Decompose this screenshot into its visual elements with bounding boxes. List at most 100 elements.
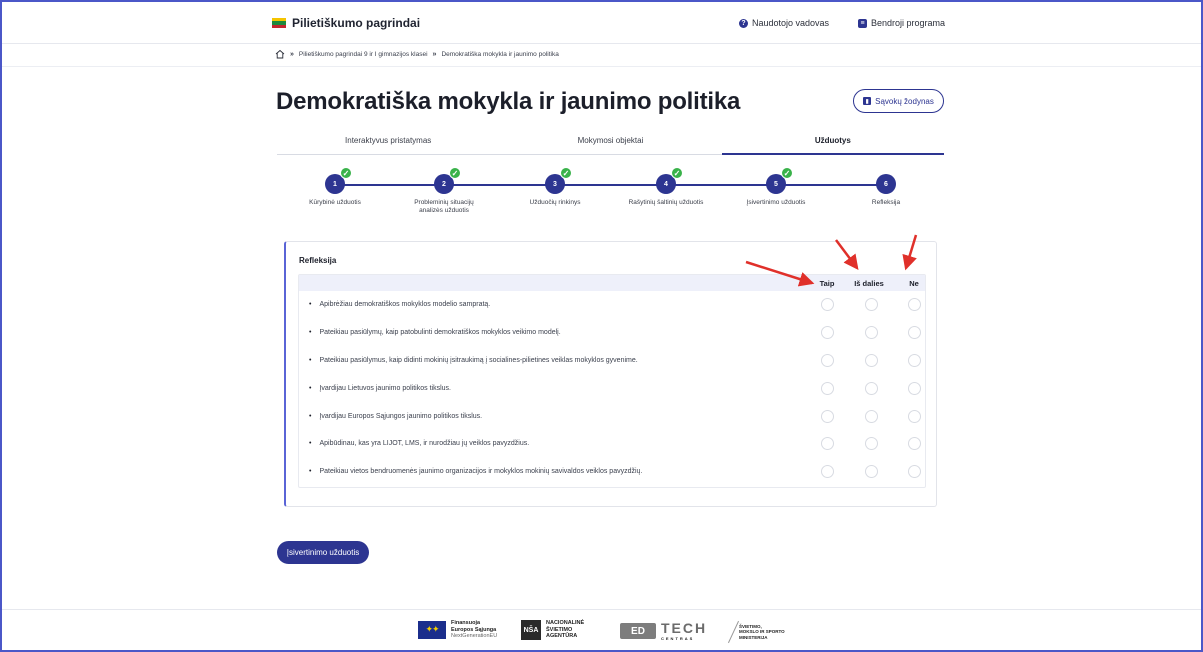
radio-no[interactable] xyxy=(908,353,921,367)
step-number: 5 ✓ xyxy=(766,167,793,194)
tab-interactive-presentation[interactable]: Interaktyvus pristatymas xyxy=(277,130,499,154)
column-partly: Iš dalies xyxy=(854,279,884,288)
radio-partly[interactable] xyxy=(865,298,878,311)
statement-text: Apibrėžiau demokratiškos mokyklos modeli… xyxy=(309,301,490,308)
radio-partly[interactable] xyxy=(865,437,878,451)
tab-tasks[interactable]: Užduotys xyxy=(721,130,945,155)
reflection-card: Refleksija Taip Iš dalies Ne Apibrėžiau … xyxy=(284,241,937,507)
edtech-logo: ED TECH CENTRAS xyxy=(620,620,707,643)
radio-yes[interactable] xyxy=(821,437,834,451)
breadcrumb-item-course[interactable]: Pilietiškumo pagrindai 9 ir I gimnazijos… xyxy=(299,51,428,58)
radio-partly[interactable] xyxy=(865,325,878,339)
eu-funding-text: Finansuoja Europos Sąjunga NextGeneratio… xyxy=(451,620,498,639)
nsa-text: NACIONALINĖ ŠVIETIMO AGENTŪRA xyxy=(546,620,585,640)
radio-no[interactable] xyxy=(908,465,921,479)
table-row: Įvardijau Lietuvos jaunimo politikos tik… xyxy=(299,375,925,403)
footer: ✦✦ Finansuoja Europos Sąjunga NextGenera… xyxy=(0,609,1203,652)
statement-text: Apibūdinau, kas yra LIJOT, LMS, ir nurod… xyxy=(309,440,529,447)
table-row: Pateikiau pasiūlymus, kaip didinti mokin… xyxy=(299,347,925,375)
logo-text: Pilietiškumo pagrindai xyxy=(292,16,421,30)
curriculum-label: Bendroji programa xyxy=(871,18,946,28)
radio-partly[interactable] xyxy=(865,353,878,367)
radio-yes[interactable] xyxy=(821,409,834,423)
column-yes: Taip xyxy=(819,279,835,288)
step-label: Įsivertinimo užduotis xyxy=(746,199,806,206)
radio-yes[interactable] xyxy=(821,325,834,339)
radio-partly[interactable] xyxy=(865,409,878,423)
step-number: 3 ✓ xyxy=(545,167,572,194)
user-guide-link[interactable]: ? Naudotojo vadovas xyxy=(739,18,829,28)
check-icon: ✓ xyxy=(449,167,461,179)
table-row: Apibrėžiau demokratiškos mokyklos modeli… xyxy=(299,291,925,319)
step-number: 4 ✓ xyxy=(656,167,683,194)
eu-flag-icon: ✦✦ xyxy=(418,620,446,639)
ministry-slash-icon xyxy=(727,620,740,644)
table-row: Apibūdinau, kas yra LIJOT, LMS, ir nurod… xyxy=(299,430,925,458)
nsa-mark: NŠA xyxy=(521,620,541,640)
user-guide-label: Naudotojo vadovas xyxy=(752,18,830,28)
step-number: 6 xyxy=(876,174,896,194)
tabs: Interaktyvus pristatymas Mokymosi objekt… xyxy=(277,130,945,155)
book-icon: ▮ xyxy=(863,97,872,105)
question-circle-icon: ? xyxy=(739,18,748,28)
step-1[interactable]: 1 ✓ Kūrybinė užduotis xyxy=(275,167,395,207)
table-row: Įvardijau Europos Sąjungos jaunimo polit… xyxy=(299,403,925,431)
edtech-text: TECH xyxy=(661,620,708,636)
step-label: Refleksija xyxy=(871,199,901,206)
table-row: Pateikiau vietos bendruomenės jaunimo or… xyxy=(299,458,925,486)
radio-no[interactable] xyxy=(908,381,921,395)
step-label: Probleminių situacijų analizės užduotis xyxy=(414,199,474,214)
edtech-sub: CENTRAS xyxy=(661,636,695,641)
page-title: Demokratiška mokykla ir jaunimo politika xyxy=(276,88,741,115)
step-number: 2 ✓ xyxy=(434,167,461,194)
tab-learning-objects[interactable]: Mokymosi objektai xyxy=(499,130,721,154)
divider xyxy=(0,66,1203,67)
column-no: Ne xyxy=(909,279,919,288)
ministry-logo: ŠVIETIMO, MOKSLO IR SPORTO MINISTERIJA xyxy=(727,620,785,644)
radio-yes[interactable] xyxy=(821,465,834,479)
radio-no[interactable] xyxy=(908,325,921,339)
radio-no[interactable] xyxy=(908,298,921,311)
reflection-title: Refleksija xyxy=(299,256,337,265)
statement-text: Pateikiau pasiūlymus, kaip didinti mokin… xyxy=(309,357,637,364)
self-assessment-button[interactable]: Įsivertinimo užduotis xyxy=(277,541,369,564)
eu-funding-logo: ✦✦ Finansuoja Europos Sąjunga NextGenera… xyxy=(418,620,497,640)
radio-yes[interactable] xyxy=(821,353,834,367)
document-icon: ≡ xyxy=(858,18,867,28)
top-header: Pilietiškumo pagrindai ? Naudotojo vadov… xyxy=(0,0,1203,44)
step-4[interactable]: 4 ✓ Rašytinių šaltinių užduotis xyxy=(606,167,726,207)
radio-partly[interactable] xyxy=(865,381,878,395)
check-icon: ✓ xyxy=(560,167,572,179)
step-3[interactable]: 3 ✓ Užduočių rinkinys xyxy=(495,167,615,207)
step-label: Užduočių rinkinys xyxy=(529,199,581,206)
breadcrumb-separator: » xyxy=(290,50,294,58)
radio-yes[interactable] xyxy=(821,381,834,395)
glossary-button[interactable]: ▮ Sąvokų žodynas xyxy=(853,89,944,113)
step-6[interactable]: 6 Refleksija xyxy=(826,174,946,207)
curriculum-link[interactable]: ≡ Bendroji programa xyxy=(858,18,945,28)
radio-yes[interactable] xyxy=(821,298,834,311)
lithuania-flag-icon xyxy=(272,18,286,28)
ministry-text: ŠVIETIMO, MOKSLO IR SPORTO MINISTERIJA xyxy=(739,623,785,640)
home-icon[interactable] xyxy=(275,49,285,59)
radio-partly[interactable] xyxy=(865,465,878,479)
task-stepper: 1 ✓ Kūrybinė užduotis 2 ✓ Probleminių situ… xyxy=(275,167,946,234)
table-row: Pateikiau pasiūlymų, kaip patobulinti de… xyxy=(299,319,925,347)
step-2[interactable]: 2 ✓ Probleminių situacijų analizės užduot… xyxy=(384,167,504,215)
radio-no[interactable] xyxy=(908,437,921,451)
radio-no[interactable] xyxy=(908,409,921,423)
edtech-mark: ED xyxy=(620,623,656,640)
check-icon: ✓ xyxy=(671,167,683,179)
breadcrumb-item-current: Demokratiška mokykla ir jaunimo politika xyxy=(441,50,559,58)
statement-text: Pateikiau vietos bendruomenės jaunimo or… xyxy=(309,468,642,475)
step-label: Kūrybinė užduotis xyxy=(309,199,361,206)
step-label: Rašytinių šaltinių užduotis xyxy=(628,199,704,206)
table-header: Taip Iš dalies Ne xyxy=(299,275,925,291)
statement-text: Pateikiau pasiūlymų, kaip patobulinti de… xyxy=(309,329,560,336)
statement-text: Įvardijau Europos Sąjungos jaunimo polit… xyxy=(309,413,482,420)
step-5[interactable]: 5 ✓ Įsivertinimo užduotis xyxy=(716,167,836,207)
statement-text: Įvardijau Lietuvos jaunimo politikos tik… xyxy=(309,385,451,392)
site-logo[interactable]: Pilietiškumo pagrindai xyxy=(272,16,420,30)
check-icon: ✓ xyxy=(340,167,352,179)
step-number: 1 ✓ xyxy=(325,167,352,194)
